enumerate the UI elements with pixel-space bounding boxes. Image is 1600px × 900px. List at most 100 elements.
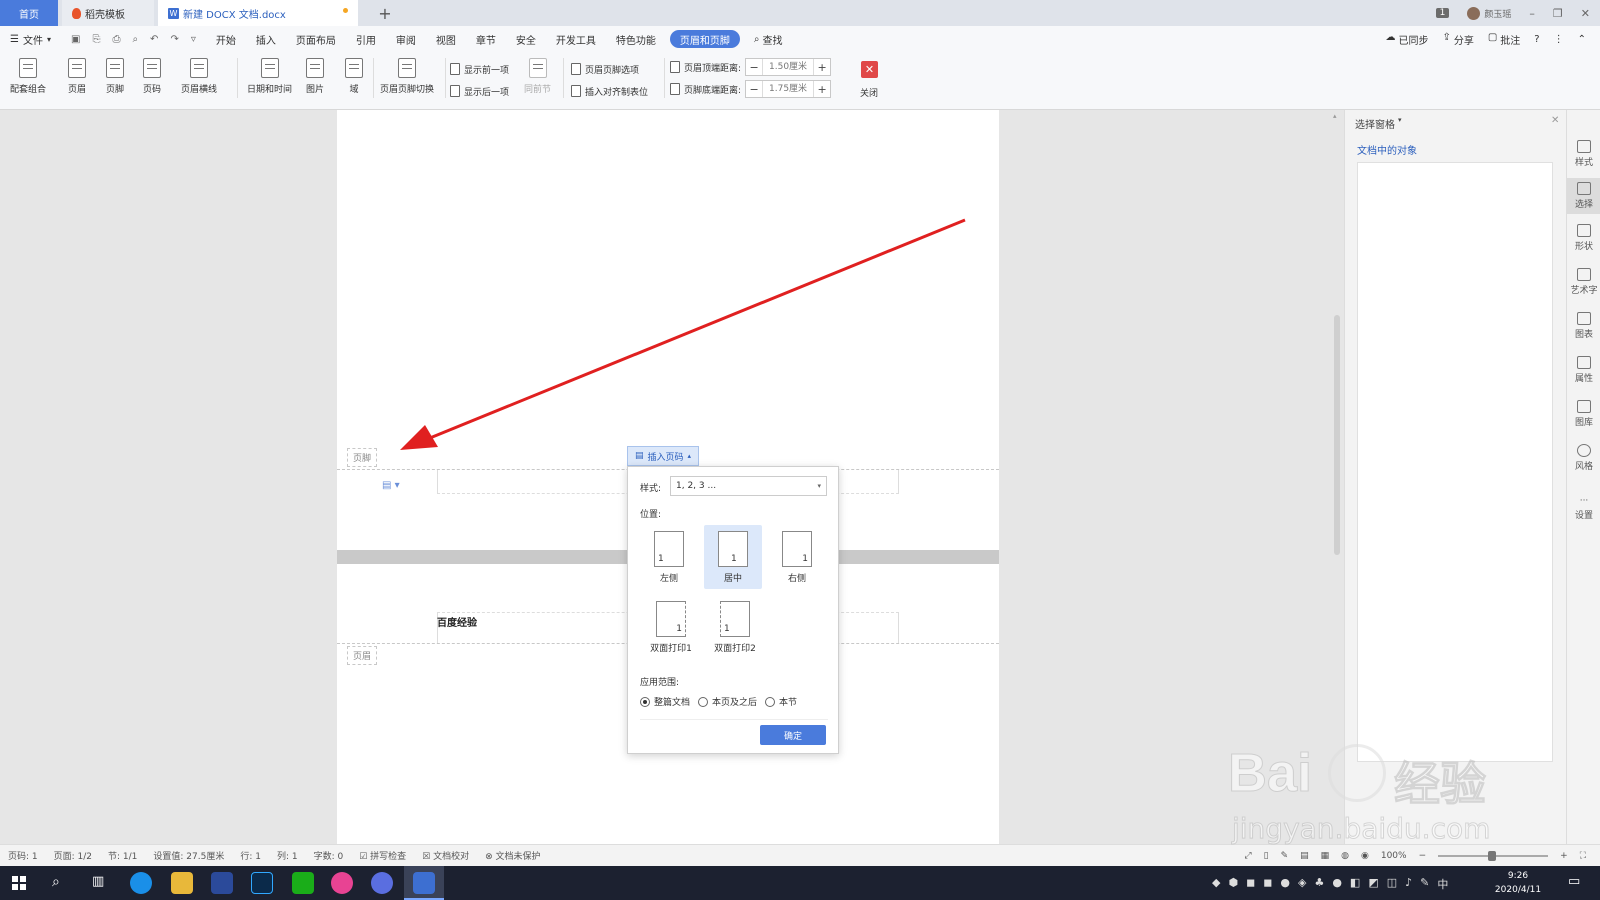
close-pane-icon[interactable]: ✕ (1551, 115, 1559, 126)
search-icon[interactable]: ⌕ (52, 874, 60, 890)
combo-button[interactable]: 配套组合 (10, 58, 46, 95)
header-footer-switch-button[interactable]: 页眉页脚切换 (380, 58, 434, 95)
save-icon[interactable]: ▣ (71, 34, 80, 45)
tool-select[interactable]: 选择 (1567, 178, 1600, 214)
ok-button[interactable]: 确定 (760, 725, 826, 745)
tray-icon[interactable]: ◼ (1263, 876, 1272, 892)
tray-icon[interactable]: ◼ (1246, 876, 1255, 892)
notification-icon[interactable]: ▭ (1568, 874, 1580, 889)
same-as-prev-button[interactable]: 同前节 (524, 58, 551, 95)
proofread-button[interactable]: ☒ 文档校对 (414, 849, 477, 862)
zoom-in-icon[interactable]: + (1560, 851, 1568, 861)
header-top-stepper[interactable]: − 1.50厘米 + (745, 58, 832, 76)
position-left[interactable]: 1 左侧 (640, 525, 698, 589)
position-duplex-1[interactable]: 1 双面打印1 (640, 595, 702, 659)
status-page-count[interactable]: 页面: 1/2 (46, 849, 100, 862)
tray-icon[interactable]: ⬢ (1228, 876, 1238, 892)
field-button[interactable]: 域 (345, 58, 363, 95)
position-center[interactable]: 1 居中 (704, 525, 762, 589)
baidu-netdisk-icon[interactable] (371, 872, 393, 894)
tool-shape[interactable]: 形状 (1567, 224, 1600, 252)
browser-app-icon[interactable] (130, 872, 152, 894)
tool-properties[interactable]: 属性 (1567, 356, 1600, 384)
tool-theme[interactable]: 风格 (1567, 444, 1600, 472)
print-preview-icon[interactable]: ⌕ (132, 34, 138, 45)
tab-template[interactable]: 稻壳模板 (62, 0, 154, 26)
wechat-icon[interactable] (292, 872, 314, 894)
range-this-page-after[interactable]: 本页及之后 (698, 695, 757, 708)
spell-check-button[interactable]: ☑ 拼写检查 (351, 849, 414, 862)
menu-item-layout[interactable]: 页面布局 (286, 26, 346, 52)
task-view-icon[interactable]: ▥ (92, 874, 104, 889)
position-duplex-2[interactable]: 1 双面打印2 (704, 595, 766, 659)
export-icon[interactable]: ⎘ (92, 34, 100, 45)
pen-icon[interactable]: ✎ (1420, 876, 1429, 892)
tool-settings[interactable]: ··· 设置 (1567, 496, 1600, 521)
header-top-increment[interactable]: + (814, 61, 830, 74)
photoshop-icon[interactable] (251, 872, 273, 894)
menu-item-header-footer[interactable]: 页眉和页脚 (669, 30, 740, 48)
datetime-button[interactable]: 日期和时间 (247, 58, 292, 95)
collapse-ribbon-icon[interactable]: ⌃ (1578, 34, 1586, 45)
menu-item-insert[interactable]: 插入 (246, 26, 286, 52)
clock[interactable]: 9:26 2020/4/11 (1490, 869, 1546, 897)
header-text[interactable]: 百度经验 (437, 614, 477, 629)
page-number-button[interactable]: 页码 (143, 58, 161, 95)
hf-options-button[interactable]: 页眉页脚选项 (571, 60, 639, 78)
footer-bottom-value[interactable]: 1.75厘米 (762, 81, 815, 97)
restore-icon[interactable]: ❐ (1553, 7, 1563, 20)
print-icon[interactable]: ⎙ (112, 34, 120, 45)
tool-wordart[interactable]: 艺术字 (1567, 268, 1600, 296)
microphone-icon[interactable]: ● (1280, 876, 1290, 892)
tray-icon[interactable]: ◈ (1298, 876, 1306, 892)
zoom-out-icon[interactable]: − (1419, 851, 1427, 861)
file-menu[interactable]: ☰ 文件 ▾ (0, 26, 61, 52)
menu-item-chapter[interactable]: 章节 (466, 26, 506, 52)
scroll-up-icon[interactable]: ▴ (1333, 112, 1337, 120)
wps-writer-taskbar-item[interactable] (404, 866, 444, 900)
page-view-icon[interactable]: ▤ (1300, 851, 1309, 861)
menu-item-view[interactable]: 视图 (426, 26, 466, 52)
menu-item-start[interactable]: 开始 (206, 26, 246, 52)
ime-indicator[interactable]: 中 (1437, 876, 1448, 892)
zoom-level[interactable]: 100% (1381, 851, 1407, 861)
undo-icon[interactable]: ↶ (150, 34, 158, 45)
web-view-icon[interactable]: ▦ (1321, 851, 1330, 861)
footer-options-icon[interactable]: ▤ ▾ (382, 480, 400, 491)
object-list[interactable] (1357, 162, 1553, 762)
customize-icon[interactable]: ▿ (191, 34, 196, 45)
header-top-value[interactable]: 1.50厘米 (762, 59, 815, 75)
tray-icon[interactable]: ● (1332, 876, 1342, 892)
share-button[interactable]: ⇪ 分享 (1442, 32, 1473, 47)
tool-style[interactable]: 样式 (1567, 140, 1600, 168)
show-prev-button[interactable]: 显示前一项 (450, 60, 509, 78)
menu-item-features[interactable]: 特色功能 (606, 26, 666, 52)
menu-item-devtools[interactable]: 开发工具 (546, 26, 606, 52)
menu-item-references[interactable]: 引用 (346, 26, 386, 52)
file-explorer-icon[interactable] (171, 872, 193, 894)
fullscreen-icon[interactable]: ⤢ (1244, 851, 1251, 861)
range-whole-document[interactable]: 整篇文档 (640, 695, 690, 708)
tray-icon[interactable]: ◩ (1368, 876, 1378, 892)
tray-icon[interactable]: ◆ (1212, 876, 1220, 892)
network-icon[interactable]: ◫ (1387, 876, 1397, 892)
footer-bottom-increment[interactable]: + (814, 83, 830, 96)
help-icon[interactable]: ? (1534, 34, 1539, 45)
edit-view-icon[interactable]: ✎ (1281, 851, 1289, 861)
picture-button[interactable]: 图片 (306, 58, 324, 95)
windows-start-icon[interactable] (12, 876, 26, 890)
insert-tab-stop-button[interactable]: 插入对齐制表位 (571, 82, 648, 100)
close-window-icon[interactable]: ✕ (1581, 7, 1590, 20)
header-top-decrement[interactable]: − (746, 61, 762, 74)
minimize-icon[interactable]: – (1529, 7, 1535, 20)
globe-icon[interactable]: ◍ (1341, 851, 1349, 861)
tray-icon[interactable]: ♣ (1314, 876, 1324, 892)
tool-chart[interactable]: 图表 (1567, 312, 1600, 340)
range-this-section[interactable]: 本节 (765, 695, 797, 708)
user-account[interactable]: 颜玉瑶 (1467, 6, 1511, 20)
tab-home[interactable]: 首页 (0, 0, 58, 26)
close-header-footer-button[interactable]: ✕ (861, 61, 878, 78)
position-right[interactable]: 1 右侧 (768, 525, 826, 589)
protection-status[interactable]: ⊗ 文档未保护 (477, 849, 548, 862)
header-button[interactable]: 页眉 (68, 58, 86, 95)
